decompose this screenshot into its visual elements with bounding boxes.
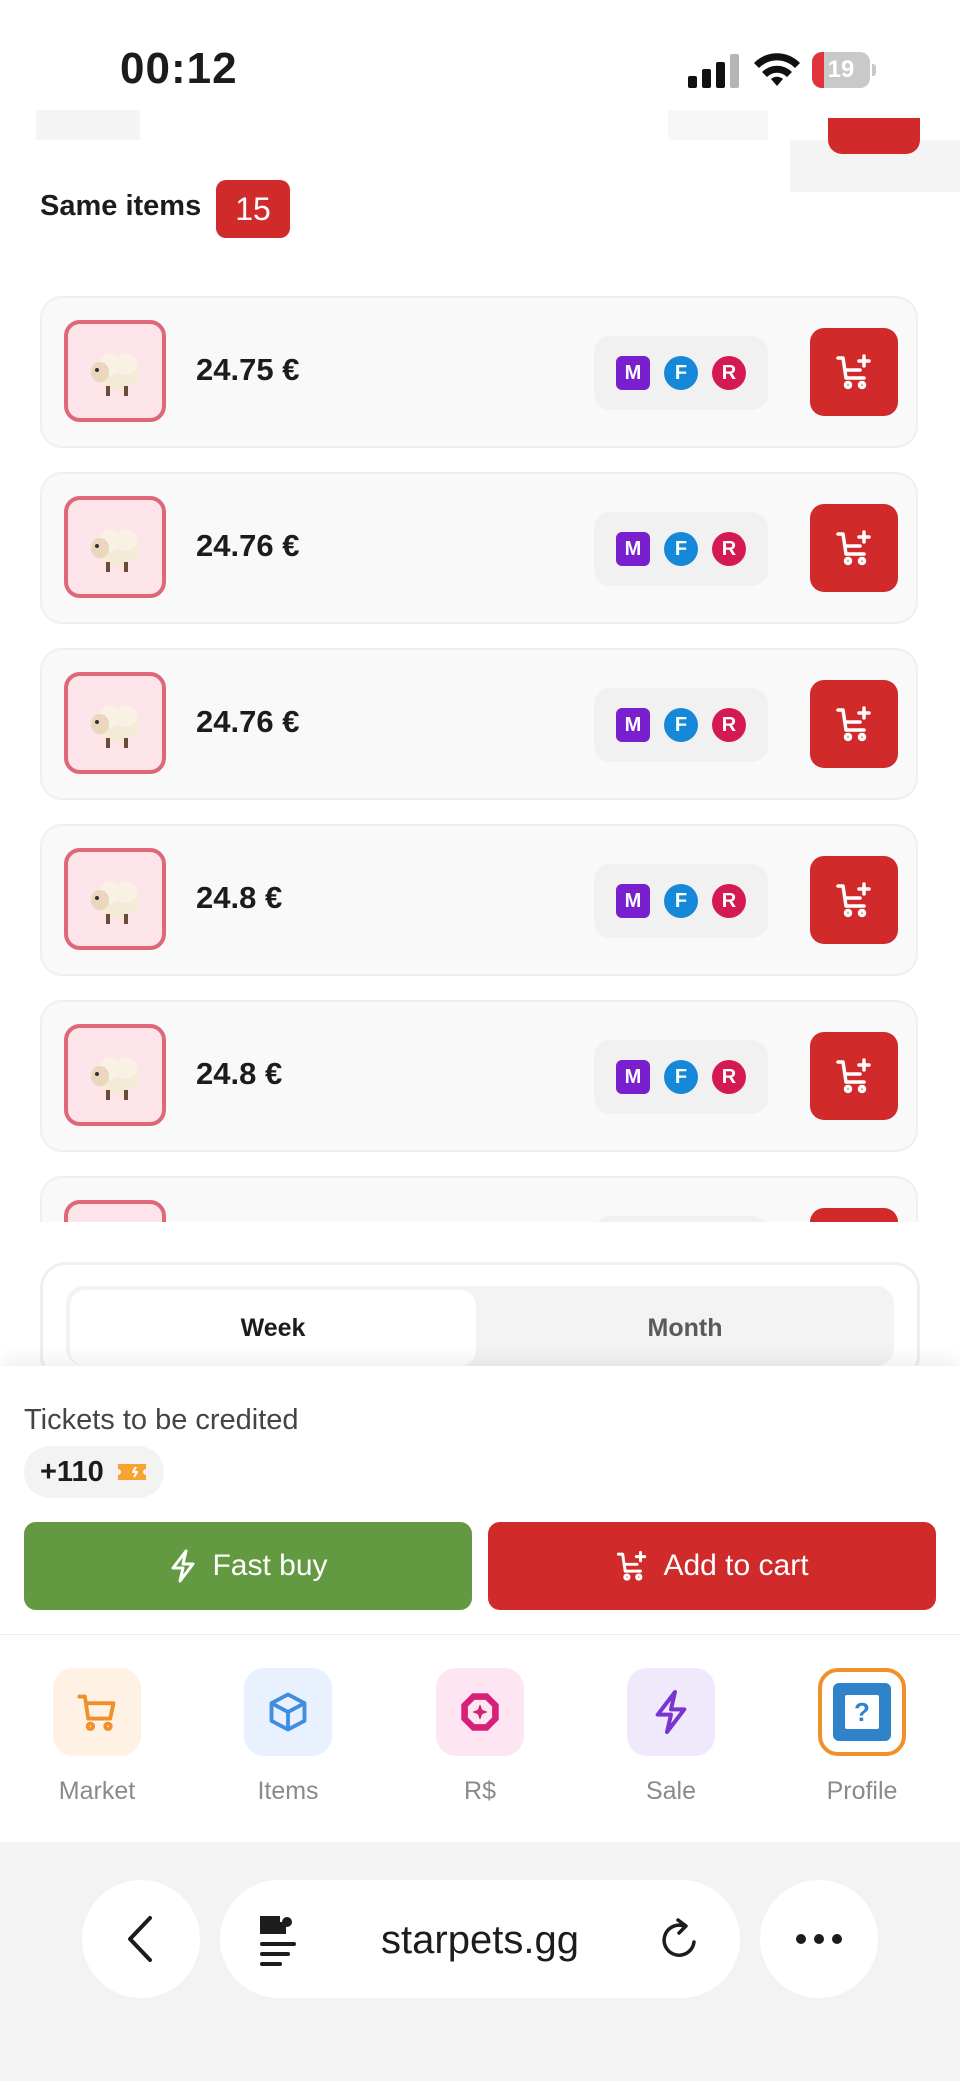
cart-plus-icon <box>836 882 871 918</box>
reload-icon[interactable] <box>656 1916 704 1964</box>
sheep-pet-icon <box>91 353 140 396</box>
list-item[interactable] <box>40 1176 918 1222</box>
ride-tag: R <box>712 532 746 566</box>
pet-thumbnail <box>64 672 166 774</box>
sheep-pet-icon <box>91 881 140 924</box>
fly-tag: F <box>664 884 698 918</box>
cart-plus-icon <box>836 354 871 390</box>
fly-tag: F <box>664 708 698 742</box>
browser-back-button[interactable] <box>82 1880 200 1998</box>
fly-tag: F <box>664 356 698 390</box>
list-item[interactable]: 24.75 € M F R <box>40 296 918 448</box>
tickets-label: Tickets to be credited <box>24 1404 299 1436</box>
lightning-icon <box>171 1549 195 1583</box>
cellular-signal-icon <box>688 54 739 88</box>
pet-tags: M F R <box>594 864 768 938</box>
battery-level: 19 <box>827 56 855 83</box>
cart-plus-icon <box>836 530 871 566</box>
tickets-value: +110 <box>40 1456 104 1488</box>
sheep-pet-icon <box>91 529 140 572</box>
more-options-button[interactable] <box>760 1880 878 1998</box>
sheep-pet-icon <box>91 1057 140 1100</box>
listing-price: 24.76 € <box>196 704 300 739</box>
fast-buy-label: Fast buy <box>212 1549 328 1582</box>
cart-plus-icon <box>836 1058 871 1094</box>
tab-week[interactable]: Week <box>70 1290 476 1366</box>
add-to-cart-button[interactable] <box>810 680 898 768</box>
pet-tags: M F R <box>594 1040 768 1114</box>
pet-thumbnail <box>64 848 166 950</box>
add-to-cart-button[interactable] <box>810 1032 898 1120</box>
list-item[interactable]: 24.8 € M F R <box>40 824 918 976</box>
fast-buy-button[interactable]: Fast buy <box>24 1522 472 1610</box>
avatar-icon: ? <box>818 1668 906 1756</box>
pet-tags: M F R <box>594 512 768 586</box>
pet-tags <box>594 1216 768 1222</box>
nav-item-sale[interactable]: Sale <box>606 1668 736 1805</box>
page-menu-icon[interactable] <box>256 1912 300 1968</box>
mega-tag: M <box>616 708 650 742</box>
mega-tag: M <box>616 884 650 918</box>
add-to-cart-button[interactable] <box>810 856 898 944</box>
wifi-icon <box>754 53 800 86</box>
mega-tag: M <box>616 356 650 390</box>
robux-icon <box>436 1668 524 1756</box>
ticket-icon <box>118 1464 146 1480</box>
nav-label: Market <box>58 1777 136 1805</box>
battery-icon: 19 <box>812 52 876 88</box>
nav-item-robux[interactable]: R$ <box>415 1668 545 1805</box>
ride-tag: R <box>712 356 746 390</box>
more-dot <box>832 1934 842 1944</box>
add-to-cart-button[interactable] <box>810 504 898 592</box>
nav-label: Items <box>257 1777 319 1805</box>
nav-label: R$ <box>464 1777 496 1805</box>
fly-tag: F <box>664 1060 698 1094</box>
list-item[interactable]: 24.76 € M F R <box>40 472 918 624</box>
fly-tag: F <box>664 532 698 566</box>
nav-item-items[interactable]: Items <box>223 1668 353 1805</box>
more-dot <box>796 1934 806 1944</box>
pet-thumbnail <box>64 320 166 422</box>
listing-price: 24.8 € <box>196 880 283 915</box>
listing-price: 24.8 € <box>196 1056 283 1091</box>
nav-item-market[interactable]: Market <box>32 1668 162 1805</box>
listing-price: 24.75 € <box>196 352 300 387</box>
pet-tags: M F R <box>594 688 768 762</box>
nav-label: Sale <box>645 1777 697 1805</box>
mega-tag: M <box>616 1060 650 1094</box>
tab-month[interactable]: Month <box>480 1290 890 1366</box>
add-to-cart-button[interactable] <box>810 328 898 416</box>
same-items-label: Same items <box>40 190 202 222</box>
nav-item-profile[interactable]: ? Profile <box>797 1668 927 1805</box>
nav-label: Profile <box>826 1777 898 1805</box>
ride-tag: R <box>712 1060 746 1094</box>
header-buy-button[interactable] <box>828 118 920 154</box>
add-to-cart-main-button[interactable]: Add to cart <box>488 1522 936 1610</box>
cart-plus-icon <box>836 706 871 742</box>
listing-price: 24.76 € <box>196 528 300 563</box>
ride-tag: R <box>712 884 746 918</box>
lightning-icon <box>627 1668 715 1756</box>
more-dot <box>814 1934 824 1944</box>
box-icon <box>244 1668 332 1756</box>
pet-thumbnail <box>64 1024 166 1126</box>
add-to-cart-button[interactable] <box>810 1208 898 1222</box>
cart-plus-icon <box>617 1550 647 1581</box>
sheep-pet-icon <box>91 705 140 748</box>
same-items-count-badge: 15 <box>216 180 290 238</box>
chevron-left-icon <box>128 1916 152 1962</box>
pet-thumbnail <box>64 496 166 598</box>
list-item[interactable]: 24.76 € M F R <box>40 648 918 800</box>
url-text[interactable]: starpets.gg <box>340 1916 620 1964</box>
pet-tags: M F R <box>594 336 768 410</box>
cart-icon <box>53 1668 141 1756</box>
same-items-list: 24.75 € M F R 24.76 € M F R 24.76 € M F … <box>40 296 920 1222</box>
status-time: 00:12 <box>120 44 238 93</box>
pet-thumbnail <box>64 1200 166 1222</box>
mega-tag: M <box>616 532 650 566</box>
list-item[interactable]: 24.8 € M F R <box>40 1000 918 1152</box>
add-to-cart-label: Add to cart <box>663 1549 809 1582</box>
ride-tag: R <box>712 708 746 742</box>
